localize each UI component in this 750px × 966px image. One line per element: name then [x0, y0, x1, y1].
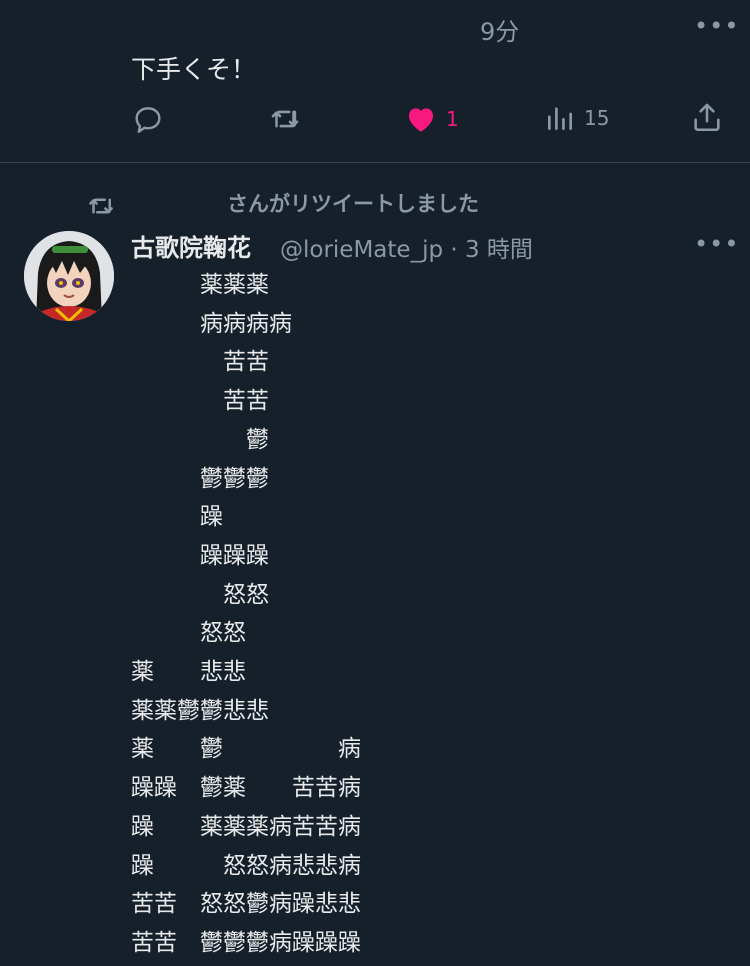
tweet-divider — [0, 162, 750, 163]
tweet-text-line: 鬱 — [131, 426, 269, 453]
tweet-text-line: 薬薬薬 — [131, 272, 269, 298]
retweet-icon — [271, 110, 299, 128]
avatar[interactable] — [24, 231, 114, 321]
tweet-text-line: 苦苦 怒怒鬱病躁悲悲 — [131, 891, 361, 918]
tweet-text-line: 鬱鬱鬱 — [131, 465, 269, 492]
tweet-text-line: 怒怒 — [131, 581, 269, 608]
views-count: 15 — [584, 106, 610, 130]
like-button[interactable]: 1 — [404, 102, 459, 136]
tweet-text-line: 苦苦 — [131, 349, 269, 376]
tweet-text-line: 躁 — [131, 504, 223, 531]
tweet-text: 薬薬薬 病病病病 苦苦 苦苦 鬱 鬱鬱鬱 躁 躁躁躁 怒怒 怒怒薬 悲悲薬薬鬱鬱… — [131, 266, 361, 963]
views-icon — [548, 107, 572, 130]
tweet-text-line: 病病病病 — [131, 310, 292, 337]
author-name[interactable]: 古歌院鞠花 — [131, 228, 251, 263]
tweet-text: 下手くそ！ — [131, 55, 257, 84]
retweeted-by-label[interactable]: さんがリツイートしました — [227, 188, 479, 218]
tweet-text-line: 苦苦 — [131, 388, 269, 415]
retweet-button[interactable] — [268, 102, 302, 136]
tweet-text-line: 薬 悲悲 — [131, 659, 246, 686]
tweet-timestamp[interactable]: 9分 — [480, 12, 519, 47]
more-options-icon[interactable]: ••• — [694, 14, 739, 38]
tweet-text-line: 躁 薬薬薬病苦苦病 — [131, 813, 361, 840]
tweet-text-line: 怒怒 — [131, 620, 246, 647]
tweet-text-line: 躁躁 鬱薬 苦苦病 — [131, 775, 361, 802]
share-icon — [694, 103, 720, 132]
heart-icon — [408, 108, 434, 132]
reply-icon — [135, 107, 161, 133]
tweet-text-line: 躁 怒怒病悲悲病 — [131, 852, 361, 879]
tweet-text-line: 薬 鬱 病 — [131, 736, 361, 763]
like-count: 1 — [446, 107, 459, 131]
author-handle-and-time[interactable]: @lorieMate_jp · 3 時間 — [280, 230, 533, 264]
tweet-text-line: 薬薬鬱鬱悲悲 — [131, 697, 269, 724]
tweet-text-line: 苦苦 鬱鬱鬱病躁躁躁 — [131, 929, 361, 956]
tweet-text-line: 躁躁躁 — [131, 542, 269, 569]
more-options-icon[interactable]: ••• — [694, 232, 739, 256]
share-button[interactable] — [690, 100, 724, 134]
views-button[interactable]: 15 — [544, 102, 609, 134]
reply-button[interactable] — [131, 102, 165, 136]
retweet-icon — [86, 191, 116, 225]
